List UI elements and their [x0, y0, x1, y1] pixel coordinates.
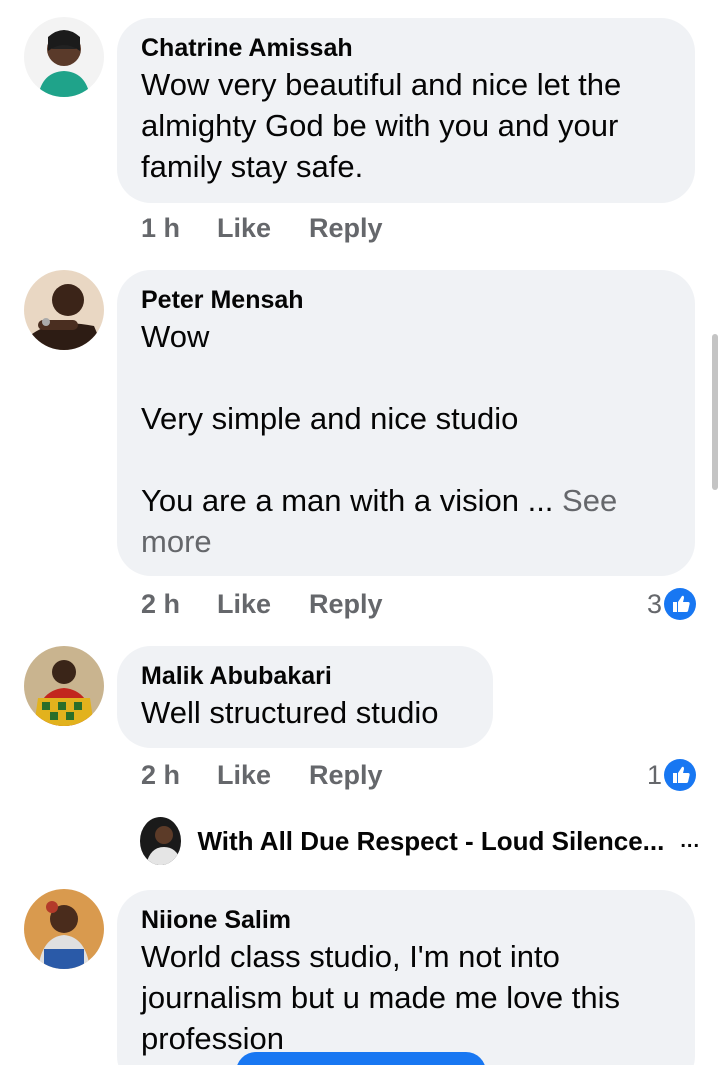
avatar[interactable] — [24, 17, 104, 97]
comment-text: Well structured studio — [141, 695, 439, 730]
reply-button[interactable]: Reply — [309, 589, 383, 620]
reply-button[interactable]: Reply — [309, 760, 383, 791]
more-dots-icon[interactable]: ... — [680, 830, 700, 853]
comment-timestamp[interactable]: 1 h — [141, 213, 217, 244]
commenter-name[interactable]: Niione Salim — [141, 904, 671, 936]
comment-bubble: Niione Salim World class studio, I'm not… — [117, 890, 695, 1065]
comment-bubble: Chatrine Amissah Wow very beautiful and … — [117, 18, 695, 203]
comment-bubble: Peter Mensah Wow Very simple and nice st… — [117, 270, 695, 576]
comment-timestamp[interactable]: 2 h — [141, 589, 217, 620]
avatar[interactable] — [24, 889, 104, 969]
scrollbar[interactable] — [712, 334, 718, 490]
comment-text: World class studio, I'm not into journal… — [141, 939, 621, 1056]
reply-preview[interactable]: With All Due Respect - Loud Silence... .… — [140, 817, 700, 865]
like-thumb-icon — [664, 588, 696, 620]
comment-text: Wow very beautiful and nice let the almi… — [141, 67, 622, 184]
commenter-name[interactable]: Chatrine Amissah — [141, 32, 671, 64]
reaction-summary[interactable]: 1 — [647, 759, 696, 791]
like-button[interactable]: Like — [217, 589, 309, 620]
reply-avatar — [140, 817, 182, 865]
reaction-count: 1 — [646, 759, 662, 790]
comment-bubble: Malik Abubakari Well structured studio — [117, 646, 493, 748]
comment-actions: 2 h Like Reply — [141, 588, 383, 620]
avatar[interactable] — [24, 270, 104, 350]
floating-action-pill[interactable] — [236, 1052, 486, 1065]
comment-text: Wow Very simple and nice studio You are … — [141, 316, 671, 562]
avatar[interactable] — [24, 646, 104, 726]
reply-preview-text[interactable]: With All Due Respect - Loud Silence... — [197, 826, 664, 857]
comment-actions: 2 h Like Reply — [141, 759, 383, 791]
reaction-count: 3 — [646, 588, 662, 619]
like-button[interactable]: Like — [217, 760, 309, 791]
like-thumb-icon — [664, 759, 696, 791]
reaction-summary[interactable]: 3 — [647, 588, 696, 620]
like-button[interactable]: Like — [217, 213, 309, 244]
reply-button[interactable]: Reply — [309, 213, 383, 244]
commenter-name[interactable]: Peter Mensah — [141, 284, 671, 316]
comment-timestamp[interactable]: 2 h — [141, 760, 217, 791]
comment-actions: 1 h Like Reply — [141, 212, 383, 244]
commenter-name[interactable]: Malik Abubakari — [141, 660, 469, 692]
comment-text-body: Wow Very simple and nice studio You are … — [141, 319, 554, 518]
